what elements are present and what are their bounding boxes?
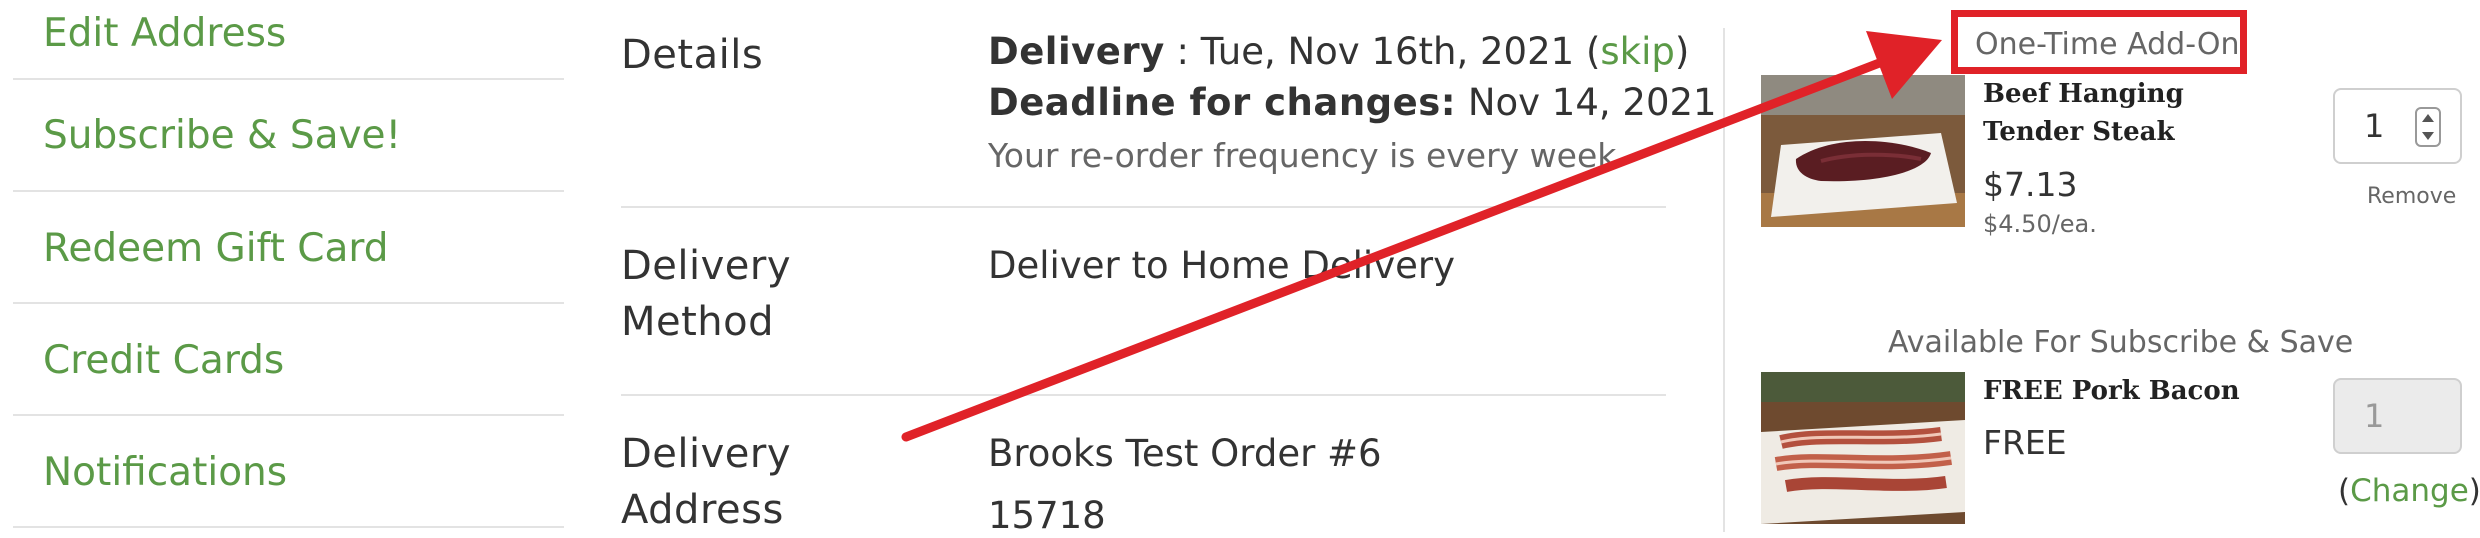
change-open-paren: ( <box>2338 473 2351 509</box>
subscribe-price: FREE <box>1983 423 2067 462</box>
delivery-date-line: Delivery : Tue, Nov 16th, 2021 (skip) <box>988 33 1689 70</box>
column-divider <box>1723 28 1725 532</box>
sidebar-item-label[interactable]: Redeem Gift Card <box>43 229 389 268</box>
reorder-frequency: Your re-order frequency is every week <box>988 136 1617 175</box>
addon-quantity-input[interactable]: 1 <box>2333 88 2462 164</box>
sidebar-item-label[interactable]: Credit Cards <box>43 341 284 380</box>
deadline-line: Deadline for changes: Nov 14, 2021 <box>988 84 1717 121</box>
steak-image-art <box>1761 75 1965 227</box>
addon-product-name[interactable]: Beef Hanging Tender Steak <box>1983 75 2263 151</box>
skip-link[interactable]: skip <box>1600 30 1674 73</box>
delivery-method-label-line2: Method <box>621 299 775 345</box>
delivery-method-label: Delivery Method <box>621 238 791 350</box>
change-close-paren: ) <box>2468 473 2480 509</box>
divider <box>621 206 1666 208</box>
delivery-address-label-line1: Delivery <box>621 431 792 477</box>
addon-quantity-value[interactable]: 1 <box>2364 110 2384 142</box>
delivery-date: Tue, Nov 16th, 2021 <box>1200 30 1575 73</box>
divider <box>621 394 1666 396</box>
remove-link[interactable]: Remove <box>2367 186 2456 208</box>
delivery-address-label-line2: Address <box>621 487 784 533</box>
bacon-image-art <box>1761 372 1965 524</box>
spinner-arrows-icon[interactable] <box>2415 107 2441 147</box>
highlight-box <box>1951 10 2247 74</box>
sidebar-item-redeem-gift-card[interactable]: Redeem Gift Card <box>13 192 564 304</box>
delivery-address-label: Delivery Address <box>621 426 791 538</box>
sidebar-item-label[interactable]: Edit Address <box>43 14 286 53</box>
details-label: Details <box>621 32 764 78</box>
change-link[interactable]: Change <box>2350 473 2469 509</box>
decrement-icon[interactable] <box>2422 132 2434 140</box>
delivery-method-label-line1: Delivery <box>621 243 792 289</box>
subscribe-quantity-value: 1 <box>2364 397 2385 435</box>
sidebar-item-label[interactable]: Subscribe & Save! <box>43 116 401 155</box>
subscribe-section-title: Available For Subscribe & Save <box>1888 325 2354 360</box>
deadline-date: Nov 14, 2021 <box>1456 81 1717 124</box>
skip-open-paren: ( <box>1574 30 1601 73</box>
deadline-label: Deadline for changes: <box>988 81 1457 124</box>
sidebar-item-edit-address[interactable]: Edit Address <box>13 0 564 80</box>
steak-product-image[interactable] <box>1761 75 1965 227</box>
sidebar-item-notifications[interactable]: Notifications <box>13 416 564 528</box>
bacon-product-image[interactable] <box>1761 372 1965 524</box>
delivery-separator: : <box>1164 30 1201 73</box>
delivery-label: Delivery <box>988 30 1165 73</box>
sidebar-item-credit-cards[interactable]: Credit Cards <box>13 304 564 416</box>
addon-unit-price: $4.50/ea. <box>1983 210 2097 238</box>
change-link-group: (Change) <box>2338 476 2480 507</box>
subscribe-product-name[interactable]: FREE Pork Bacon <box>1983 372 2263 410</box>
subscribe-quantity-input: 1 <box>2333 378 2462 454</box>
skip-close-paren: ) <box>1674 30 1690 73</box>
sidebar-item-label[interactable]: Notifications <box>43 453 287 492</box>
addon-price: $7.13 <box>1983 165 2078 204</box>
sidebar-item-subscribe-save[interactable]: Subscribe & Save! <box>13 80 564 192</box>
increment-icon[interactable] <box>2422 114 2434 122</box>
delivery-address-line1: Brooks Test Order #6 <box>988 432 1382 475</box>
delivery-method-value: Deliver to Home Delivery <box>988 244 1455 287</box>
delivery-address-line2: 15718 <box>988 494 1106 537</box>
